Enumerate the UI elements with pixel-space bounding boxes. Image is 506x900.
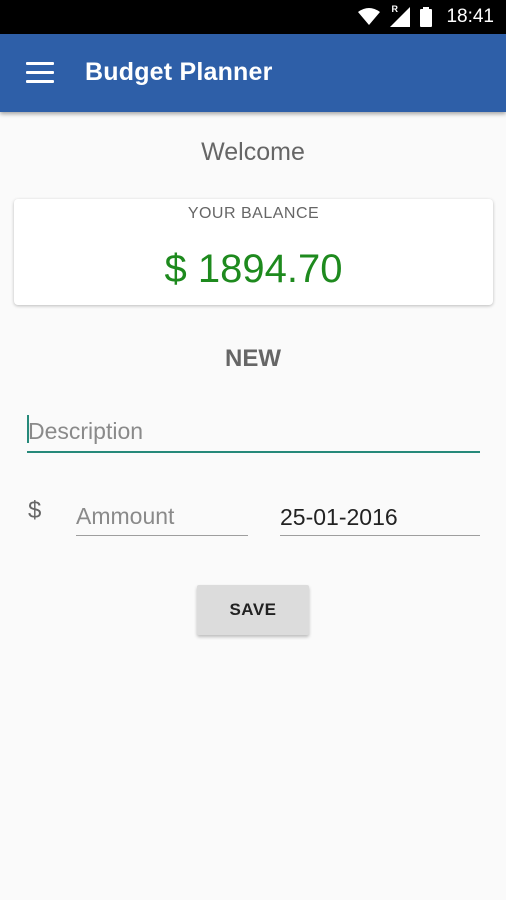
status-time: 18:41 [446, 6, 494, 27]
app-title: Budget Planner [85, 58, 273, 86]
date-field[interactable]: 25-01-2016 [280, 498, 480, 536]
hamburger-menu-icon[interactable] [26, 62, 54, 84]
status-icons: R 18:41 [358, 0, 494, 34]
balance-card: YOUR BALANCE $ 1894.70 [14, 199, 493, 305]
app-bar: Budget Planner [0, 34, 506, 112]
wifi-icon [358, 8, 381, 25]
battery-icon [420, 7, 433, 27]
new-entry-heading: NEW [225, 345, 281, 372]
balance-label: YOUR BALANCE [187, 205, 320, 222]
save-button[interactable]: SAVE [197, 585, 309, 635]
balance-value: $ 1894.70 [164, 247, 343, 291]
amount-field[interactable] [76, 498, 248, 536]
welcome-text: Welcome [201, 138, 305, 166]
network-indicator: R [391, 4, 398, 14]
amount-input[interactable] [76, 498, 248, 534]
currency-symbol: $ [28, 497, 42, 524]
description-input[interactable] [27, 413, 480, 449]
status-bar: R 18:41 [0, 0, 506, 34]
cell-signal-icon: R [390, 4, 411, 27]
description-field[interactable] [27, 413, 480, 453]
